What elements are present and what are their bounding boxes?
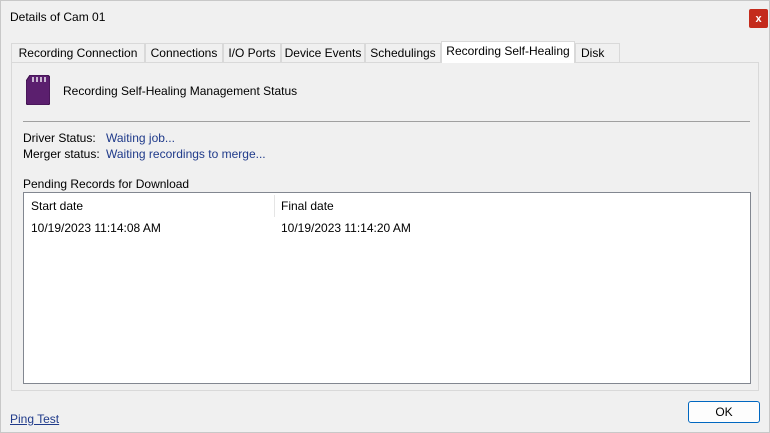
tab-schedulings[interactable]: Schedulings [365,43,441,62]
pending-records-list[interactable]: Start date Final date 10/19/2023 11:14:0… [23,192,751,384]
tab-connections[interactable]: Connections [145,43,223,62]
divider [23,121,750,122]
list-header: Start date Final date [24,193,750,217]
ok-button-label: OK [715,405,733,419]
tab-device-events[interactable]: Device Events [281,43,365,62]
tab-label: Device Events [284,46,362,60]
driver-status-label: Driver Status: [23,131,96,145]
tab-label: Schedulings [370,46,436,60]
close-icon: x [755,12,762,25]
merger-status-value: Waiting recordings to merge... [106,147,266,161]
tab-label: Recording Self-Healing [446,44,570,58]
title-bar: Details of Cam 01 x [1,1,769,33]
ping-test-link[interactable]: Ping Test [10,412,59,426]
tab-disk[interactable]: Disk [575,43,620,62]
merger-status-label: Merger status: [23,147,100,161]
column-separator[interactable] [274,195,275,217]
column-header-final-date[interactable]: Final date [281,199,334,213]
tab-label: Disk [581,46,605,60]
sd-card-icon [26,75,50,105]
tab-label: Connections [150,46,218,60]
window-title: Details of Cam 01 [10,10,106,24]
tab-label: Recording Connection [18,46,138,60]
close-button[interactable]: x [749,9,768,28]
self-healing-panel: Recording Self-Healing Management Status… [11,62,759,391]
tab-io-ports[interactable]: I/O Ports [223,43,281,62]
cell-final-date: 10/19/2023 11:14:20 AM [281,221,411,235]
tab-recording-connection[interactable]: Recording Connection [11,43,145,62]
column-header-start-date[interactable]: Start date [31,199,83,213]
driver-status-value: Waiting job... [106,131,175,145]
ok-button[interactable]: OK [688,401,760,423]
table-row[interactable]: 10/19/2023 11:14:08 AM 10/19/2023 11:14:… [24,219,750,237]
tab-recording-self-healing[interactable]: Recording Self-Healing [441,41,575,63]
cell-start-date: 10/19/2023 11:14:08 AM [31,221,161,235]
dialog-window: Details of Cam 01 x Recording Connection… [0,0,770,433]
tab-label: I/O Ports [228,46,276,60]
tab-strip: Recording Connection Connections I/O Por… [11,41,711,63]
panel-heading: Recording Self-Healing Management Status [63,84,298,98]
pending-records-label: Pending Records for Download [23,177,190,191]
